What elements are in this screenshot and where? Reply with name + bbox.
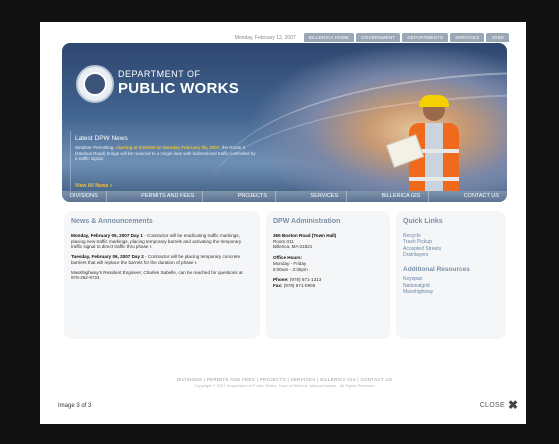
quick-links-body: Recycle Trash Pickup Accepted Streets Dr… — [403, 233, 501, 296]
worker-photo — [385, 95, 467, 202]
nav-contact-us[interactable]: Contact Us — [456, 191, 507, 202]
news-body: Monday, February 05, 2007 Day 1 - Contra… — [71, 233, 253, 285]
link-drainlayers[interactable]: Drainlayers — [403, 252, 501, 258]
news-item-date: Tuesday, February 06, 2007 Day 2 — [71, 254, 144, 260]
news-highlight: starting at 9:00AM on Monday February 05… — [115, 145, 220, 150]
address: 365 Boston Road (Town Hall) Room 011 Bil… — [273, 233, 385, 250]
news-item: Masshighway's Resident Engineer, Charles… — [71, 269, 243, 281]
vest-stripe — [409, 177, 459, 181]
hard-hat — [419, 95, 449, 107]
latest-news-box: Latest DPW News Weather Permitting, star… — [70, 131, 259, 195]
nav-projects[interactable]: Projects — [230, 191, 277, 202]
latest-news-text: Weather Permitting, starting at 9:00AM o… — [75, 145, 259, 162]
nav-billerica-gis[interactable]: Billerica GIS — [374, 191, 430, 202]
hours-times: 8:00am - 3:30pm — [273, 266, 308, 272]
date-label: Monday, February 12, 2007 — [234, 34, 296, 41]
quick-links-heading: Quick Links — [403, 218, 443, 225]
address-line3: Billerica, MA 01821 — [273, 244, 313, 250]
tab-jobs[interactable]: Jobs — [486, 33, 509, 42]
news-item: Tuesday, February 06, 2007 Day 2 - Contr… — [71, 254, 253, 265]
tab-government[interactable]: Government — [356, 33, 401, 42]
nav-divisions[interactable]: Divisions — [62, 191, 107, 202]
hero-banner: DEPARTMENT OF PUBLIC WORKS Latest DPW Ne… — [62, 43, 507, 202]
town-seal-logo[interactable] — [76, 65, 114, 103]
view-all-news-link[interactable]: View All News » — [75, 183, 113, 189]
close-button[interactable]: CLOSE ✖ — [479, 399, 518, 411]
footer-links[interactable]: DIVISIONS | PERMITS AND FEES | PROJECTS … — [60, 377, 509, 382]
quick-links-column: Quick Links Recycle Trash Pickup Accepte… — [396, 211, 506, 339]
nav-permits-and-fees[interactable]: Permits and Fees — [133, 191, 204, 202]
admin-heading: DPW Administration — [273, 218, 341, 225]
nav-services[interactable]: Services — [302, 191, 348, 202]
tab-departments[interactable]: Departments — [402, 33, 449, 42]
hours-label: Office Hours: — [273, 255, 303, 261]
tab-billerica-home[interactable]: Billerica Home — [303, 33, 355, 42]
close-icon[interactable]: ✖ — [508, 399, 518, 411]
top-bar: Monday, February 12, 2007 Billerica Home… — [60, 32, 509, 43]
site-footer: DIVISIONS | PERMITS AND FEES | PROJECTS … — [60, 377, 509, 388]
website-screenshot: Monday, February 12, 2007 Billerica Home… — [60, 32, 509, 388]
tab-services[interactable]: Services — [450, 33, 485, 42]
link-masshighway[interactable]: Masshighway — [403, 289, 501, 295]
main-nav: Divisions Permits and Fees Projects Serv… — [62, 191, 507, 202]
news-item: Monday, February 05, 2007 Day 1 - Contra… — [71, 233, 253, 250]
office-hours: Office Hours: Monday - Friday 8:00am - 3… — [273, 255, 385, 272]
address-line1: 365 Boston Road (Town Hall) — [273, 233, 337, 238]
phone-label: Phone: — [273, 277, 289, 283]
news-column: News & Announcements Monday, February 05… — [64, 211, 260, 339]
seal-center — [83, 72, 107, 96]
latest-news-title: Latest DPW News — [75, 135, 128, 142]
news-heading: News & Announcements — [71, 218, 153, 225]
close-label: CLOSE — [479, 401, 505, 409]
footer-copyright: Copyright © 2007 Department of Public Wo… — [194, 383, 375, 388]
dept-title-line1: DEPARTMENT OF — [118, 69, 201, 79]
news-item-date: Monday, February 05, 2007 Day 1 — [71, 233, 143, 238]
admin-body: 365 Boston Road (Town Hall) Room 011 Bil… — [273, 233, 385, 289]
lightbox: Monday, February 12, 2007 Billerica Home… — [40, 22, 526, 424]
phone-number: (978) 671-1313 — [288, 277, 322, 283]
image-counter: Image 3 of 3 — [58, 403, 92, 409]
address-line2: Room 011 — [273, 238, 294, 244]
hours-days: Monday - Friday — [273, 260, 307, 266]
admin-column: DPW Administration 365 Boston Road (Town… — [266, 211, 390, 339]
contact-numbers: Phone: (978) 671-1313 Fax: (978) 671-090… — [273, 277, 385, 288]
dept-title-line2: PUBLIC WORKS — [118, 80, 240, 97]
additional-resources-heading: Additional Resources — [403, 265, 470, 273]
news-lead: Weather Permitting, — [75, 145, 116, 150]
fax-number: (978) 671-0906 — [282, 282, 316, 288]
